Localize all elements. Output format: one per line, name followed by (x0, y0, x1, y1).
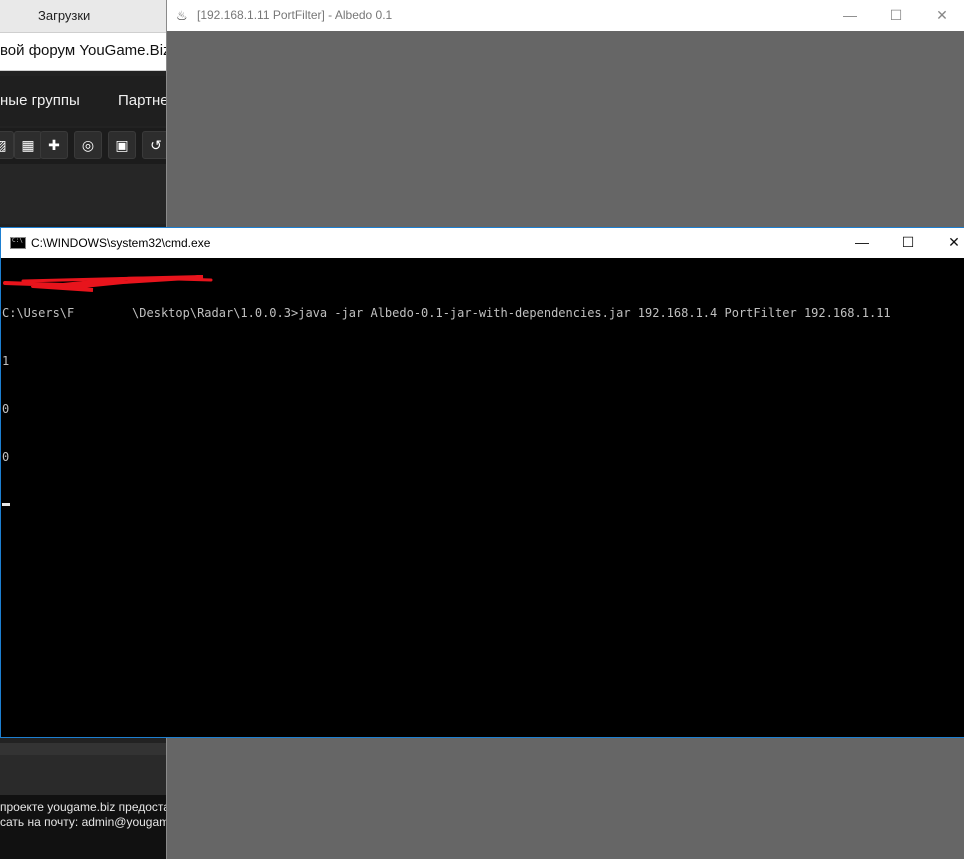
maximize-button[interactable]: ☐ (873, 0, 919, 31)
command-line: C:\Users\F \Desktop\Radar\1.0.0.3>java -… (2, 305, 964, 321)
site-footer: проекте yougame.biz предостав сать на по… (0, 795, 166, 859)
film-icon[interactable]: ▦ (14, 131, 42, 159)
cmd-window-title: C:\WINDOWS\system32\cmd.exe (31, 236, 211, 250)
text-cursor (2, 503, 10, 506)
cmd-icon (10, 237, 26, 249)
console-output[interactable]: C:\Users\F \Desktop\Radar\1.0.0.3>java -… (2, 273, 964, 737)
cmd-maximize-button[interactable]: ☐ (885, 228, 931, 258)
prompt-path: C:\Users\F \Desktop\Radar\1.0.0.3> (2, 306, 299, 320)
cmd-title-bar[interactable]: C:\WINDOWS\system32\cmd.exe — ☐ ✕ (1, 228, 964, 258)
close-button[interactable]: ✕ (919, 0, 964, 31)
editor-panel (0, 164, 166, 224)
editor-bottom-strip (0, 743, 166, 755)
albedo-window-title: [192.168.1.11 PortFilter] - Albedo 0.1 (197, 8, 393, 22)
red-redaction-scribble (3, 275, 213, 292)
image-icon[interactable]: ▨ (0, 131, 14, 159)
downloads-tab[interactable]: Загрузки (38, 8, 90, 23)
plus-icon[interactable]: ✚ (40, 131, 68, 159)
footer-line-2: сать на почту: admin@yougame (0, 815, 166, 829)
command-text: java -jar Albedo-0.1-jar-with-dependenci… (298, 306, 891, 320)
editor-bottom-panel (0, 755, 166, 795)
nav-item-partners[interactable]: Партне (118, 92, 166, 109)
editor-toolbar: ▨ ▦ ✚ ◎ ▣ ↺ (0, 128, 166, 164)
output-line: 0 (2, 450, 10, 464)
page-title-fragment: вой форум YouGame.Biz (0, 42, 166, 59)
nav-item-groups[interactable]: ные группы (0, 92, 80, 109)
footer-line-1: проекте yougame.biz предостав (0, 800, 166, 814)
eye-off-icon[interactable]: ◎ (74, 131, 102, 159)
undo-icon[interactable]: ↺ (142, 131, 166, 159)
browser-address-bar[interactable]: вой форум YouGame.Biz (0, 33, 166, 71)
output-line: 1 (2, 354, 10, 368)
minimize-button[interactable]: — (827, 0, 873, 31)
browser-tab-bar: Загрузки (0, 0, 166, 33)
cmd-window: C:\WINDOWS\system32\cmd.exe — ☐ ✕ C:\Use… (0, 227, 964, 738)
albedo-title-bar[interactable]: ♨ [192.168.1.11 PortFilter] - Albedo 0.1… (167, 0, 964, 31)
forum-nav: ные группы Партне (0, 76, 166, 126)
output-line: 0 (2, 402, 10, 416)
cmd-minimize-button[interactable]: — (839, 228, 885, 258)
cmd-close-button[interactable]: ✕ (931, 228, 964, 258)
save-icon[interactable]: ▣ (108, 131, 136, 159)
java-icon: ♨ (176, 8, 188, 23)
